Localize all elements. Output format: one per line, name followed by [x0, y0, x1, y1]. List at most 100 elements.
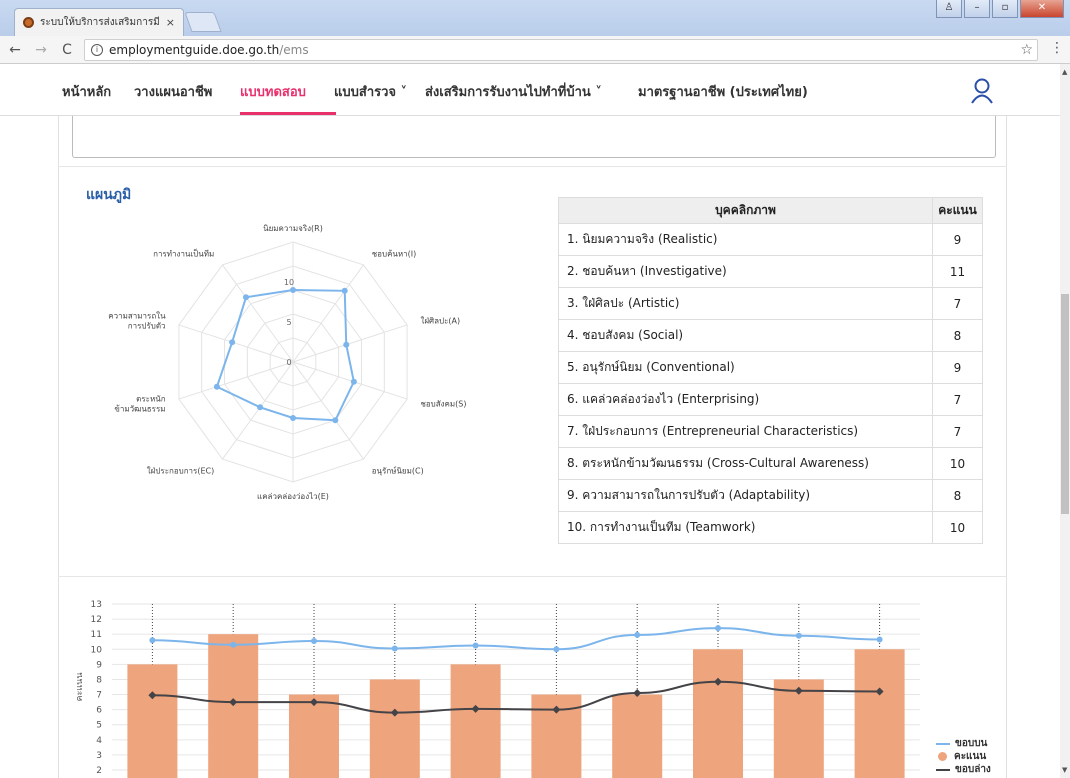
radar-axis-label: ชอบสังคม(S) — [420, 399, 466, 408]
radar-axis-label-line: ความสามารถใน — [108, 312, 166, 321]
lower-bound-line — [152, 680, 880, 714]
chart-legend: ขอบบน คะแนน ขอบล่าง — [936, 737, 991, 776]
radar-spoke — [222, 361, 294, 460]
browser-tab-strip: ระบบให้บริการส่งเสริมการมีงา × ♙ – ▫ ✕ — [0, 0, 1070, 36]
personality-score: 10 — [932, 511, 983, 544]
radar-data-point — [242, 294, 249, 301]
scrollbar-thumb[interactable] — [1061, 294, 1069, 514]
user-account-icon[interactable] — [970, 78, 994, 104]
radar-data-point — [213, 383, 220, 390]
browser-menu-icon[interactable]: ⋮ — [1050, 40, 1064, 56]
score-bar — [612, 694, 663, 778]
radar-axis-label-line: นิยมความจริง(R) — [263, 224, 323, 233]
bookmark-star-icon[interactable]: ☆ — [1020, 42, 1033, 58]
personality-name: 9. ความสามารถในการปรับตัว (Adaptability) — [558, 479, 933, 512]
new-tab-button[interactable] — [184, 12, 222, 32]
personality-score-table: บุคคลิกภาพ คะแนน 1. นิยมความจริง (Realis… — [558, 197, 983, 544]
close-window-button[interactable]: ✕ — [1020, 0, 1064, 18]
legend-item-lower[interactable]: ขอบล่าง — [936, 763, 991, 776]
site-navigation: หน้าหลัก วางแผนอาชีพ แบบทดสอบ แบบสำรวจ ˅… — [0, 64, 1060, 116]
personality-score: 11 — [932, 255, 983, 288]
personality-score: 8 — [932, 319, 983, 352]
radar-axis-label-line: ชอบค้นหา(I) — [372, 250, 417, 259]
radar-axis-label-line: อนุรักษ์นิยม(C) — [372, 465, 424, 475]
upper-bound-point — [553, 646, 560, 653]
scroll-up-icon[interactable]: ▲ — [1062, 68, 1067, 76]
url-host: employmentguide.doe.go.th — [109, 43, 280, 57]
forward-icon[interactable]: → — [30, 42, 52, 58]
y-tick-label: 6 — [96, 706, 102, 716]
personality-name: 8. ตระหนักข้ามวัฒนธรรม (Cross-Cultural A… — [558, 447, 933, 480]
upper-bound-point — [634, 631, 641, 638]
upper-bound-point — [472, 642, 479, 649]
upper-bound-point — [795, 632, 802, 639]
nav-survey[interactable]: แบบสำรวจ ˅ — [334, 81, 407, 102]
legend-upper-marker — [936, 742, 950, 745]
table-row: 7. ใฝ่ประกอบการ (Entrepreneurial Charact… — [558, 415, 983, 448]
legend-lower-label: ขอบล่าง — [955, 764, 991, 775]
table-row: 10. การทำงานเป็นทีม (Teamwork) 10 — [558, 511, 983, 544]
site-info-icon[interactable]: i — [91, 44, 103, 56]
radar-data-point — [257, 404, 264, 411]
table-row: 5. อนุรักษ์นิยม (Conventional) 9 — [558, 351, 983, 384]
page-scrollbar[interactable] — [1060, 64, 1070, 778]
radar-data-point — [350, 378, 357, 385]
back-icon[interactable]: ← — [4, 42, 26, 58]
tab-close-icon[interactable]: × — [166, 16, 175, 29]
personality-score: 10 — [932, 447, 983, 480]
radar-axis-label: ชอบค้นหา(I) — [372, 250, 417, 259]
site-favicon-icon — [23, 17, 34, 28]
radar-axis-label: ตระหนักข้ามวัฒนธรรม — [114, 394, 165, 413]
personality-name: 10. การทำงานเป็นทีม (Teamwork) — [558, 511, 933, 544]
nav-home-work[interactable]: ส่งเสริมการรับงานไปทำที่บ้าน ˅ — [425, 81, 602, 102]
radar-series-line — [215, 288, 355, 422]
legend-score-marker — [938, 752, 947, 761]
active-tab-underline — [240, 112, 336, 115]
table-row: 4. ชอบสังคม (Social) 8 — [558, 319, 983, 352]
maximize-button[interactable]: ▫ — [992, 0, 1018, 18]
radar-axis-label: นิยมความจริง(R) — [263, 224, 323, 233]
user-profile-icon[interactable]: ♙ — [936, 0, 962, 18]
radar-spoke — [292, 324, 408, 363]
radar-chart: 10 5 0 นิยมความจริง(R) ชอบค้นหา(I) ใฝ่ศิลปะ(A… — [108, 224, 466, 501]
upper-bound-point — [715, 625, 721, 632]
score-bar — [289, 694, 339, 778]
nav-occupation-standard[interactable]: มาตรฐานอาชีพ (ประเทศไทย) — [638, 81, 808, 102]
nav-career-plan[interactable]: วางแผนอาชีพ — [134, 81, 212, 102]
tab-title: ระบบให้บริการส่งเสริมการมีงา — [40, 17, 160, 28]
y-tick-label: 7 — [96, 691, 102, 701]
y-axis-label: คะแนน — [75, 673, 85, 702]
divider — [58, 166, 1007, 167]
y-tick-label: 8 — [96, 675, 102, 685]
url-input[interactable]: i employmentguide.doe.go.th/ems ☆ — [84, 39, 1038, 61]
personality-name: 4. ชอบสังคม (Social) — [558, 319, 933, 352]
table-row: 3. ใฝ่ศิลปะ (Artistic) 7 — [558, 287, 983, 320]
header-personality: บุคคลิกภาพ — [558, 197, 933, 224]
reload-icon[interactable]: C — [56, 42, 78, 58]
divider — [58, 576, 1007, 577]
y-tick-label: 2 — [96, 766, 102, 776]
radar-axis-label: ใฝ่ศิลปะ(A) — [420, 317, 460, 326]
personality-name: 7. ใฝ่ประกอบการ (Entrepreneurial Charact… — [558, 415, 933, 448]
radar-axis-label: ใฝ่ประกอบการ(EC) — [147, 466, 215, 475]
browser-tab[interactable]: ระบบให้บริการส่งเสริมการมีงา × — [14, 8, 184, 36]
radar-axis-label-line: ชอบสังคม(S) — [420, 399, 466, 408]
personality-name: 5. อนุรักษ์นิยม (Conventional) — [558, 351, 933, 384]
minimize-button[interactable]: – — [964, 0, 990, 18]
y-tick-label: 9 — [96, 660, 102, 670]
upper-bound-point — [311, 637, 317, 644]
personality-score: 7 — [932, 287, 983, 320]
radar-data-point — [290, 287, 296, 293]
y-tick-label: 13 — [91, 600, 102, 610]
radar-axis-label-line: การปรับตัว — [128, 322, 166, 331]
chart-section-title: แผนภูมิ — [86, 187, 132, 203]
radar-axis-label: การทำงานเป็นทีม — [153, 249, 214, 259]
radar-data-point — [341, 287, 348, 294]
upper-bound-point — [230, 641, 237, 648]
y-tick-label: 11 — [91, 630, 102, 640]
nav-home[interactable]: หน้าหลัก — [62, 81, 111, 102]
nav-test[interactable]: แบบทดสอบ — [240, 81, 306, 102]
comment-textarea[interactable] — [72, 116, 996, 158]
score-bar-chart: 13 12 11 10 9 8 7 6 5 4 3 2 คะแนน — [75, 600, 920, 778]
scroll-down-icon[interactable]: ▼ — [1062, 766, 1067, 774]
